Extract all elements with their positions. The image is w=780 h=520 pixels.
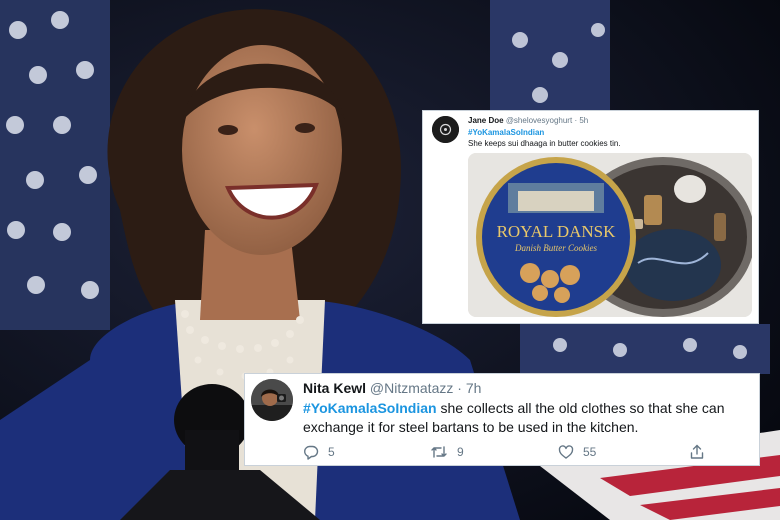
timestamp[interactable]: 5h [579, 116, 588, 125]
separator: · [457, 380, 462, 396]
like-icon [558, 445, 574, 459]
user-handle[interactable]: @shelovesyoghurt [506, 116, 572, 125]
retweet-button[interactable]: 9 [430, 444, 464, 460]
user-handle[interactable]: @Nitzmatazz [370, 380, 453, 396]
tin-subtitle: Danish Butter Cookies [514, 243, 597, 253]
avatar[interactable] [432, 116, 459, 143]
reply-icon [304, 445, 319, 460]
retweet-count: 9 [457, 445, 464, 459]
tweet-header: Nita Kewl @Nitzmatazz · 7h [303, 380, 481, 397]
retweet-icon [431, 446, 447, 458]
hashtag-link[interactable]: #YoKamalaSoIndian [303, 400, 437, 416]
share-button[interactable] [689, 444, 705, 460]
display-name[interactable]: Jane Doe [468, 116, 504, 125]
american-flag-left [0, 0, 110, 330]
tweet-image[interactable]: ROYAL DANSK Danish Butter Cookies [468, 153, 752, 317]
separator: · [574, 116, 578, 125]
like-button[interactable]: 55 [558, 444, 596, 460]
tweet-text: #YoKamalaSoIndian she collects all the o… [303, 399, 753, 437]
tweet-card-jane-doe[interactable]: Jane Doe @shelovesyoghurt · 5h #YoKamala… [422, 110, 759, 324]
reply-count: 5 [328, 445, 335, 459]
tweet-text: #YoKamalaSoIndian She keeps sui dhaaga i… [468, 127, 748, 149]
like-count: 55 [583, 445, 597, 459]
share-icon [690, 444, 704, 459]
timestamp[interactable]: 7h [466, 380, 482, 396]
display-name[interactable]: Nita Kewl [303, 380, 366, 396]
tweet-header: Jane Doe @shelovesyoghurt · 5h [468, 116, 588, 126]
tin-brand: ROYAL DANSK [497, 222, 617, 241]
tweet-body: She keeps sui dhaaga in butter cookies t… [468, 139, 621, 148]
tweet-actions: 5 9 55 [303, 444, 723, 460]
hashtag-link[interactable]: #YoKamalaSoIndian [468, 127, 748, 138]
royal-dansk-lid: ROYAL DANSK Danish Butter Cookies [476, 157, 636, 317]
tweet-card-nita-kewl[interactable]: Nita Kewl @Nitzmatazz · 7h #YoKamalaSoIn… [244, 373, 760, 466]
reply-button[interactable]: 5 [303, 444, 335, 460]
avatar[interactable] [251, 379, 293, 421]
